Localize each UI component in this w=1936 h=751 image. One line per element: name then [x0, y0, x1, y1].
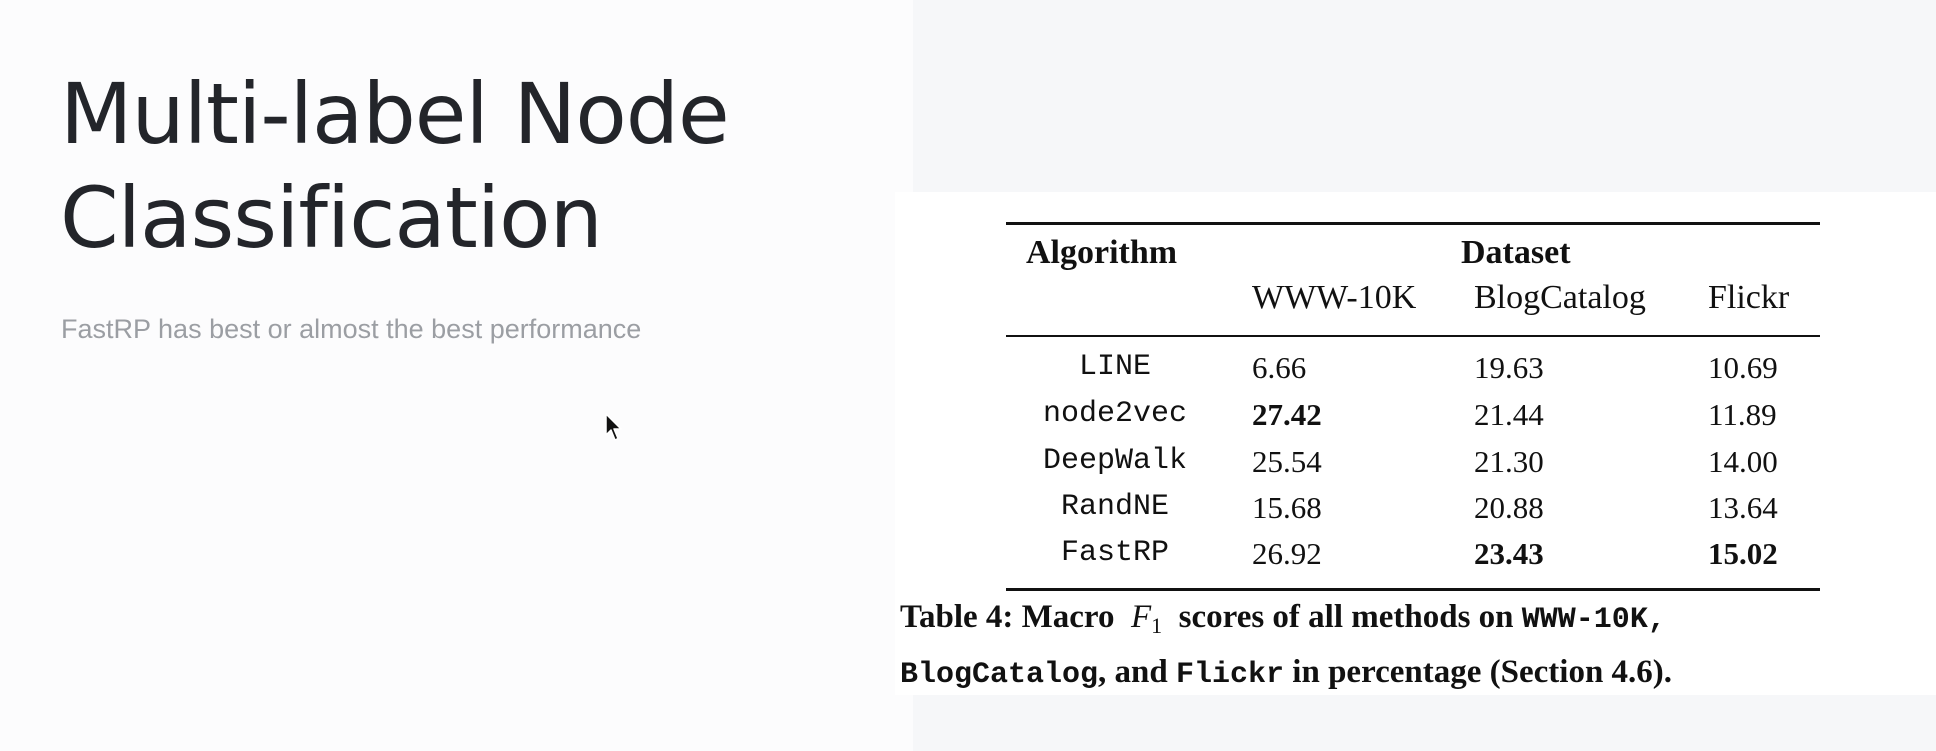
table-cell-value: 25.54	[1252, 444, 1322, 479]
table-row-algorithm: RandNE	[1060, 490, 1170, 524]
caption-dataset-flickr: Flickr	[1176, 658, 1285, 692]
slide-subtitle: FastRP has best or almost the best perfo…	[61, 314, 642, 344]
table-cell-value: 27.42	[1252, 397, 1322, 432]
results-table: Algorithm Dataset WWW-10K BlogCatalog Fl…	[1006, 222, 1820, 592]
background-panel-top	[913, 0, 1936, 192]
slide-title-line-1: Multi-label Node	[60, 65, 730, 163]
caption-suffix: in percentage (Section 4.6).	[1292, 654, 1673, 690]
table-top-rule	[1006, 222, 1820, 225]
table-caption: Table 4: Macro F1 scores of all methods …	[900, 594, 1936, 699]
table-cell-value: 14.00	[1708, 444, 1778, 479]
column-header-flickr: Flickr	[1708, 279, 1790, 316]
slide-title: Multi-label Node Classification	[60, 62, 880, 270]
table-row-algorithm: LINE	[1078, 350, 1151, 384]
table-header-rule	[1006, 335, 1820, 337]
caption-middle: scores of all methods on	[1178, 599, 1514, 635]
header-dataset: Dataset	[1461, 234, 1571, 271]
table-cell-value: 26.92	[1252, 536, 1322, 571]
caption-prefix: Table 4: Macro	[900, 599, 1115, 635]
table-row-algorithm: node2vec	[1042, 397, 1188, 431]
table-cell-value: 11.89	[1708, 397, 1777, 432]
caption-dataset-www10k: WWW-10K,	[1521, 603, 1666, 637]
background-panel-bottom	[913, 695, 1936, 751]
table-row-algorithm: DeepWalk	[1042, 444, 1188, 478]
table-cell-value: 15.02	[1708, 536, 1778, 571]
column-header-www10k: WWW-10K	[1252, 279, 1417, 316]
caption-f-subscript: 1	[1151, 613, 1163, 638]
table-cell-value: 21.30	[1474, 444, 1544, 479]
caption-line-1: Table 4: Macro F1 scores of all methods …	[900, 594, 1936, 649]
table-bottom-rule	[1006, 588, 1820, 591]
caption-line-2: BlogCatalog, and Flickr in percentage (S…	[900, 649, 1936, 699]
table-cell-value: 6.66	[1252, 350, 1307, 385]
table-cell-value: 21.44	[1474, 397, 1544, 432]
table-cell-value: 13.64	[1708, 490, 1778, 525]
table-cell-value: 20.88	[1474, 490, 1544, 525]
table-cell-value: 15.68	[1252, 490, 1322, 525]
mouse-pointer-icon	[605, 413, 622, 441]
header-algorithm: Algorithm	[1026, 234, 1178, 271]
column-header-blogcatalog: BlogCatalog	[1474, 279, 1646, 316]
slide-title-line-2: Classification	[60, 169, 603, 267]
table-cell-value: 19.63	[1474, 350, 1544, 385]
table-cell-value: 10.69	[1708, 350, 1778, 385]
caption-f-symbol: F	[1130, 599, 1152, 635]
caption-dataset-blogcatalog: BlogCatalog	[900, 658, 1099, 692]
caption-and: , and	[1098, 654, 1168, 690]
table-cell-value: 23.43	[1474, 536, 1544, 571]
table-row-algorithm: FastRP	[1060, 536, 1170, 570]
